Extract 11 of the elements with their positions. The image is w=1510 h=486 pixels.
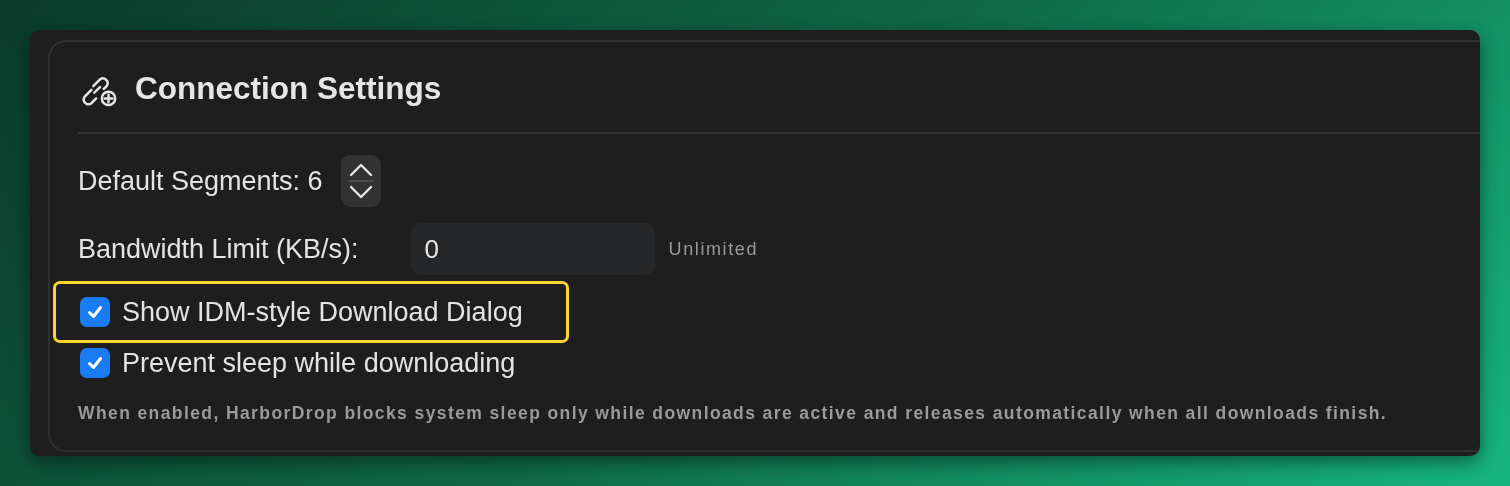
checkbox-label: Show IDM-style Download Dialog [122, 296, 523, 328]
stepper[interactable] [340, 155, 381, 207]
bandwidth-label: Bandwidth Limit (KB/s): [78, 233, 359, 265]
checkbox[interactable] [80, 297, 110, 327]
checkbox-label: Prevent sleep while downloading [122, 347, 516, 379]
sleep-note: When enabled, HarborDrop blocks system sleep only while downloads are active and releases automatically when all downloads finish. [78, 403, 1389, 424]
unlimited-hint: Unlimited [668, 238, 759, 260]
section-title: Connection Settings [135, 69, 442, 107]
bandwidth-field[interactable]: 0 [410, 223, 655, 275]
segments-label: Default Segments: 6 [78, 165, 323, 197]
checkbox[interactable] [80, 348, 110, 378]
